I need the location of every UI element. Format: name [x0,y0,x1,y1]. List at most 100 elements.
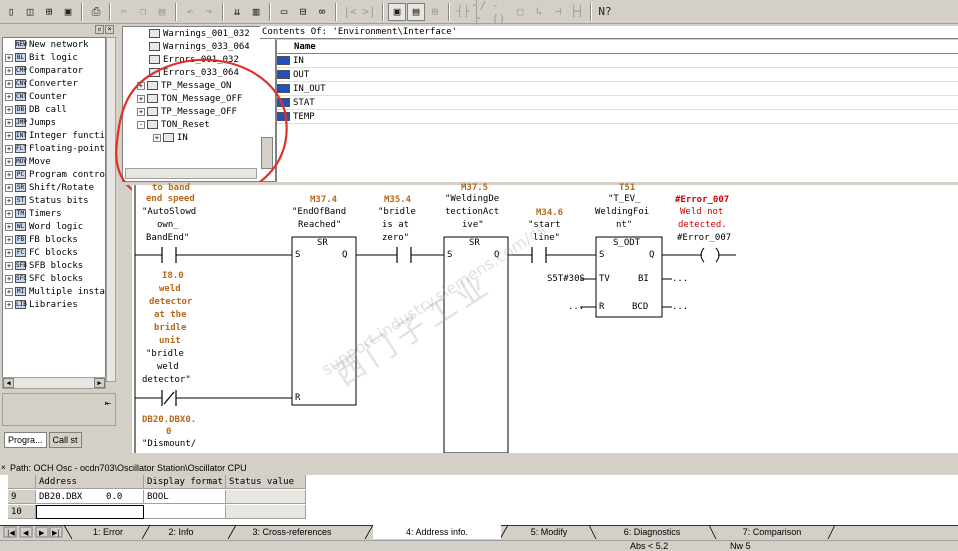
tv-value[interactable]: S5T#30S [547,274,585,284]
copy-icon[interactable]: ❐ [134,3,152,21]
expand-icon[interactable]: + [5,157,13,166]
expand-icon[interactable]: + [5,261,13,270]
tab-cross-references[interactable]: 3: Cross-references [236,525,348,539]
address-m37-4[interactable]: M37.4 [310,195,337,205]
variable-icon[interactable]: ∞ [313,3,331,21]
expand-icon[interactable]: + [5,183,13,192]
catalog-item[interactable]: + FLT Floating-point [3,142,105,155]
monitor-icon[interactable]: ▥ [247,3,265,21]
tab-diagnostics[interactable]: 6: Diagnostics [596,525,708,539]
catalog-item[interactable]: + CNV Converter [3,77,105,90]
network-icon[interactable]: ⊟ [294,3,312,21]
address-i8-0[interactable]: I8.0 [162,271,184,281]
tab-program-elements[interactable]: Progra... [4,432,47,448]
tab-modify[interactable]: 5: Modify [508,525,590,539]
expand-icon[interactable]: + [5,92,13,101]
tab-address-info[interactable]: 4: Address info. [373,525,501,539]
expand-icon[interactable]: + [5,235,13,244]
r-value[interactable]: ... [568,302,584,312]
catalog-item[interactable]: +INTInteger function [3,129,105,142]
address-db20[interactable]: DB20.DBX0. [142,415,196,425]
open-branch-icon[interactable]: ┤├ [454,3,472,21]
tab-info[interactable]: 2: Info [150,525,212,539]
coil-icon[interactable]: -() [492,0,510,25]
contents-row[interactable]: TEMP [277,110,958,124]
expand-icon[interactable]: + [5,196,13,205]
address-m34-6[interactable]: M34.6 [536,208,563,218]
expand-icon[interactable]: + [5,300,13,309]
close-icon[interactable]: × [1,462,6,474]
scroll-left-icon[interactable]: ◀ [3,378,14,388]
rung-icon[interactable]: ├┤ [568,3,586,21]
expand-icon[interactable]: + [5,105,13,114]
catalog-item[interactable]: + FC FC blocks [3,246,105,259]
save-icon[interactable]: ▣ [59,3,77,21]
close-icon[interactable]: × [105,25,114,34]
catalog-item[interactable]: + LIB Libraries [3,298,105,311]
download-icon[interactable]: ⇊ [228,3,246,21]
details-toggle-icon[interactable]: ▤ [407,2,425,21]
status-value-header[interactable]: Status value [226,475,306,489]
address-header[interactable]: Address [36,475,144,489]
coil-address[interactable]: #Error_007 [675,195,729,205]
bi-output[interactable]: ... [672,274,688,284]
expand-icon[interactable]: + [5,118,13,127]
scroll-right-icon[interactable]: ▶ [94,378,105,388]
catalog-item[interactable]: + FB FB blocks [3,233,105,246]
catalog-item[interactable]: + JMP Jumps [3,116,105,129]
address-cell[interactable] [36,505,144,519]
catalog-item[interactable]: + CMP Comparator [3,64,105,77]
open-icon[interactable]: ◫ [21,3,39,21]
catalog-item[interactable]: + DB DB call [3,103,105,116]
expand-icon[interactable]: + [5,144,13,153]
catalog-item[interactable]: + CNT Counter [3,90,105,103]
nc-contact-icon[interactable]: |< [341,3,359,21]
accessible-nodes-icon[interactable]: ⊞ [40,3,58,21]
expand-icon[interactable]: + [5,170,13,179]
bcd-output[interactable]: ... [672,302,688,312]
catalog-item[interactable]: + ST Status bits [3,194,105,207]
no-contact-icon[interactable]: >| [360,3,378,21]
expand-icon[interactable]: + [5,66,13,75]
format-cell[interactable]: BOOL [144,490,226,504]
close-branch-icon[interactable]: ┤/├ [473,0,491,25]
catalog-item[interactable]: + MOV Move [3,155,105,168]
catalog-item[interactable]: + SR Shift/Rotate [3,181,105,194]
catalog-item[interactable]: + WL Word logic [3,220,105,233]
expand-icon[interactable]: + [5,274,13,283]
expand-icon[interactable]: + [5,287,13,296]
print-icon[interactable]: ⎙ [87,3,105,21]
address-m37-5[interactable]: M37.5 [461,183,488,193]
branch-close-icon[interactable]: ⊣ [549,3,567,21]
contents-row[interactable]: OUT [277,68,958,82]
expand-icon[interactable]: + [5,79,13,88]
tab-comparison[interactable]: 7: Comparison [716,525,828,539]
expand-icon[interactable]: + [5,209,13,218]
expand-icon[interactable]: + [5,131,13,140]
expand-icon[interactable]: + [5,222,13,231]
interface-item[interactable]: Warnings_001_032 [123,27,275,40]
catalog-item[interactable]: + SFC SFC blocks [3,272,105,285]
contents-row[interactable]: IN_OUT [277,82,958,96]
contents-row[interactable]: STAT [277,96,958,110]
catalog-item[interactable]: + TM Timers [3,207,105,220]
display-format-header[interactable]: Display format [144,475,226,489]
format-cell[interactable] [144,505,226,519]
cut-icon[interactable]: ✂ [115,3,133,21]
catalog-item[interactable]: + BL Bit logic [3,51,105,64]
address-t51[interactable]: T51 [619,183,635,193]
redo-icon[interactable]: ↷ [200,3,218,21]
catalog-item[interactable]: + SFB SFB blocks [3,259,105,272]
address-m35-4[interactable]: M35.4 [384,195,411,205]
overview-toggle-icon[interactable]: ▣ [388,2,406,21]
help-icon[interactable]: N? [596,3,614,21]
column-header[interactable]: Name [277,40,958,54]
catalog-item[interactable]: +MIMultiple instances [3,285,105,298]
new-icon[interactable]: ▯ [2,3,20,21]
address-cell[interactable]: DB20.DBX 0.0 [36,490,144,504]
box-icon[interactable]: ▢ [511,3,529,21]
expand-icon[interactable]: + [5,53,13,62]
catalog-item[interactable]: + PC Program control [3,168,105,181]
contents-row[interactable]: IN [277,54,958,68]
catalog-horizontal-scrollbar[interactable]: ◀ ▶ [2,377,106,389]
